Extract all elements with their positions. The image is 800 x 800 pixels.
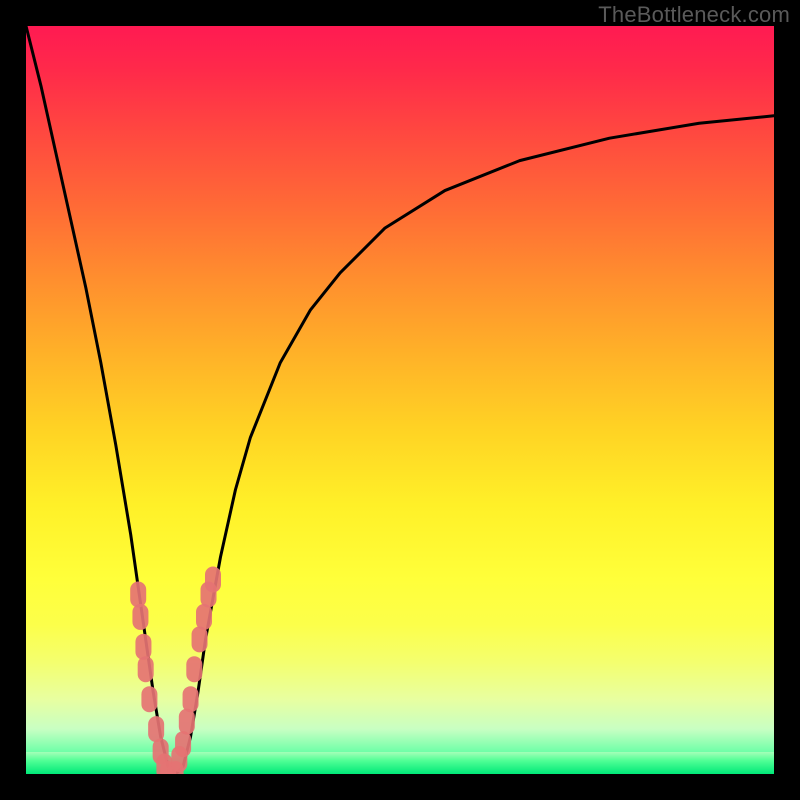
data-point: [138, 656, 154, 682]
watermark-text: TheBottleneck.com: [598, 2, 790, 28]
data-point: [175, 731, 191, 757]
data-point: [192, 626, 208, 652]
data-point: [130, 581, 146, 607]
data-point: [148, 716, 164, 742]
curve-layer: [26, 26, 774, 774]
data-point: [186, 656, 202, 682]
data-point: [183, 686, 199, 712]
data-point: [135, 634, 151, 660]
data-point: [205, 567, 221, 593]
data-point: [179, 709, 195, 735]
chart-frame: TheBottleneck.com: [0, 0, 800, 800]
data-point: [196, 604, 212, 630]
data-point: [141, 686, 157, 712]
plot-area: [26, 26, 774, 774]
data-point: [132, 604, 148, 630]
